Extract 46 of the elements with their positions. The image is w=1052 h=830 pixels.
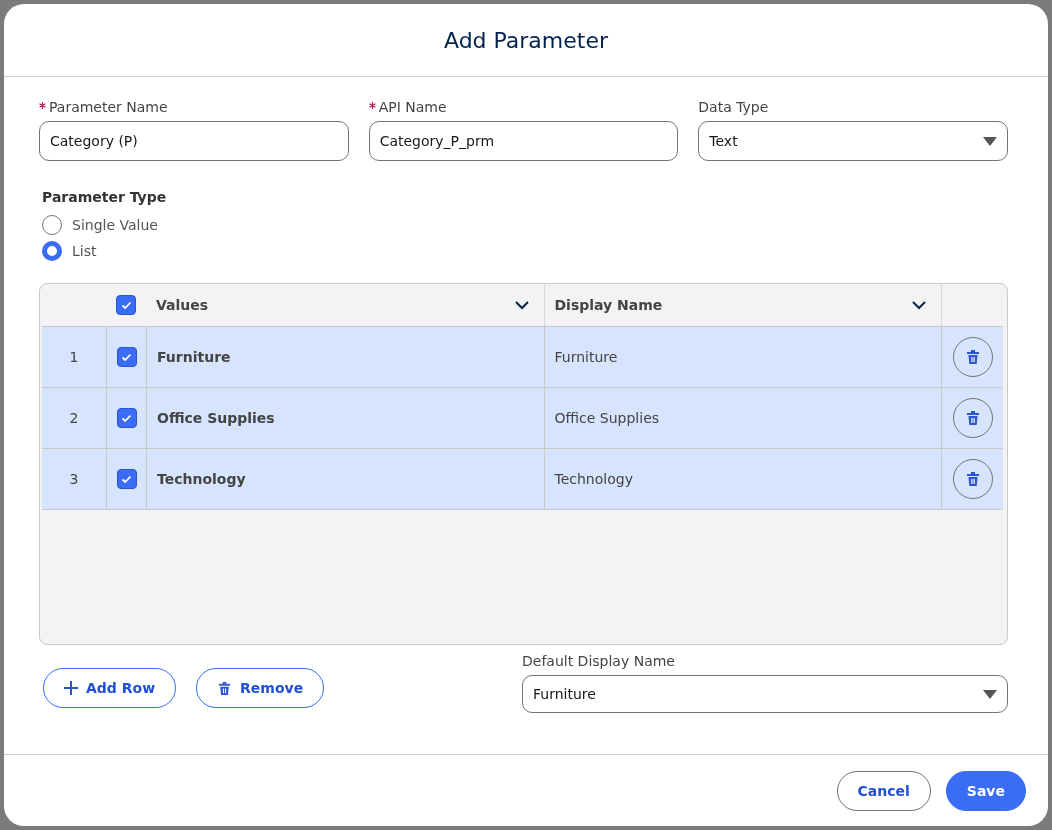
cancel-button[interactable]: Cancel [836,770,931,811]
checkmark-icon [121,474,132,484]
radio-label[interactable]: List [72,243,97,259]
radio-button[interactable] [42,215,62,235]
table-cell: Technology [146,449,544,509]
field-label: Parameter Name [49,99,168,115]
radio-button[interactable] [42,241,62,261]
dropdown-caret-icon [983,689,997,699]
add-row-button[interactable]: Add Row [43,668,177,708]
section-label: Parameter Type [42,189,168,205]
field-label: Data Type [698,99,769,115]
input-field[interactable]: Category_P_prm [368,121,679,161]
plus-icon [64,681,78,695]
row-checkbox[interactable] [116,347,137,367]
column-header[interactable]: Values [156,297,209,313]
table-cell: Office Supplies [146,388,544,448]
field-label: Default Display Name [522,653,676,669]
dropdown-caret-icon [983,136,997,146]
row-checkbox[interactable] [116,408,137,428]
row-number: 1 [68,348,80,367]
select-field[interactable]: Text [698,121,1008,161]
checkmark-icon [121,413,132,423]
trash-icon [964,349,981,365]
column-header[interactable]: Display Name [554,297,663,313]
row-checkbox[interactable] [116,469,137,489]
input-field[interactable]: Category (P) [39,121,349,161]
select-field[interactable]: Furniture [522,675,1008,713]
row-number: 2 [68,409,80,428]
remove-button[interactable]: Remove [196,668,325,708]
radio-label[interactable]: Single Value [72,217,158,233]
trash-icon [217,680,233,696]
dialog-title: Add Parameter [443,27,608,53]
select-all-checkbox[interactable] [116,295,136,315]
table-cell: Furniture [146,327,544,387]
row-number: 3 [68,470,80,489]
checkmark-icon [120,300,132,310]
field-label: API Name [378,99,447,115]
trash-icon [964,410,981,426]
save-button[interactable]: Save [945,770,1026,811]
table-cell: Technology [543,449,941,509]
table-cell: Furniture [543,327,941,387]
trash-icon [964,471,981,487]
table-cell: Office Supplies [543,388,941,448]
checkmark-icon [121,352,132,362]
chevron-down-icon[interactable] [911,300,927,310]
chevron-down-icon[interactable] [513,300,530,310]
